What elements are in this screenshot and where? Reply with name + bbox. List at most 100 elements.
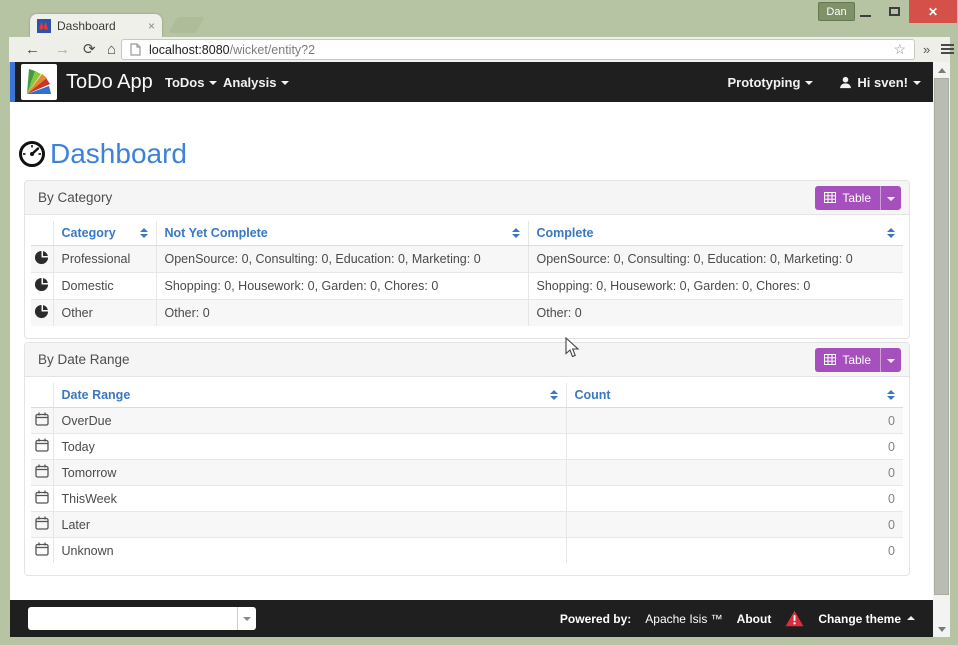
scroll-down-arrow[interactable]: [933, 621, 950, 637]
table-view-button[interactable]: Table: [815, 348, 901, 372]
brand-accent-strip: [10, 62, 15, 102]
isis-fan-icon: [24, 67, 54, 97]
panel-title: By Date Range: [38, 352, 130, 367]
header-date-range[interactable]: Date Range: [53, 383, 566, 408]
pie-chart-icon: [34, 277, 49, 292]
scroll-up-arrow[interactable]: [933, 62, 950, 78]
app-navbar: ToDo App ToDos Analysis Prototyping: [10, 62, 933, 102]
caret-down-icon: [913, 81, 921, 85]
about-link[interactable]: About: [737, 612, 772, 626]
scrollbar-thumb[interactable]: [934, 78, 949, 595]
header-complete[interactable]: Complete: [528, 221, 903, 246]
table-grid-icon: [824, 192, 836, 203]
panel-title: By Category: [38, 190, 112, 205]
change-theme-button[interactable]: Change theme: [818, 612, 915, 626]
brand-title[interactable]: ToDo App: [66, 62, 153, 102]
caret-down-icon: [209, 81, 217, 85]
table-row[interactable]: Today 0: [31, 434, 903, 460]
by-date-range-header: By Date Range Table: [25, 343, 909, 377]
pie-chart-icon: [34, 250, 49, 265]
caret-down-icon: [281, 81, 289, 85]
by-category-panel: By Category Table: [24, 180, 910, 339]
table-row[interactable]: Unknown 0: [31, 538, 903, 564]
bookmark-star-icon[interactable]: ☆: [893, 41, 906, 58]
theme-select[interactable]: [28, 607, 256, 630]
minimize-icon: [860, 15, 871, 17]
warning-triangle-icon: [785, 610, 804, 627]
table-row[interactable]: Domestic Shopping: 0, Housework: 0, Gard…: [31, 273, 903, 300]
maximize-button[interactable]: [880, 0, 909, 23]
browser-window: Dashboard × Dan ✕ ← → ⟳ ⌂ localhost:8080…: [0, 0, 958, 645]
by-date-range-body: Date Range Count OverDue: [25, 377, 909, 575]
maximize-icon: [889, 7, 900, 16]
app-logo[interactable]: [21, 64, 57, 100]
category-table: Category Not Yet Complete Complete: [31, 221, 903, 326]
tab-title: Dashboard: [57, 19, 148, 33]
by-date-range-panel: By Date Range Table: [24, 342, 910, 576]
table-row[interactable]: OverDue 0: [31, 408, 903, 434]
sort-icon: [140, 228, 148, 238]
page-title: Dashboard: [18, 138, 187, 170]
minimize-button[interactable]: [851, 0, 880, 23]
chrome-menu-icon[interactable]: [941, 44, 954, 56]
caret-down-icon: [887, 359, 895, 363]
caret-down-icon: [243, 617, 251, 621]
table-row[interactable]: Other Other: 0 Other: 0: [31, 300, 903, 327]
table-row[interactable]: Later 0: [31, 512, 903, 538]
table-view-dropdown[interactable]: [880, 186, 901, 210]
sort-icon: [887, 228, 895, 238]
forward-icon[interactable]: →: [55, 38, 70, 61]
url-bar[interactable]: localhost:8080 /wicket/entity?2 ☆: [121, 39, 915, 60]
calendar-icon: [35, 516, 49, 530]
table-row[interactable]: Tomorrow 0: [31, 460, 903, 486]
browser-tab[interactable]: Dashboard ×: [30, 14, 162, 37]
calendar-icon: [35, 464, 49, 478]
header-icon-col: [31, 383, 53, 408]
apache-isis-link[interactable]: Apache Isis ™: [645, 612, 722, 626]
header-count[interactable]: Count: [566, 383, 903, 408]
reload-icon[interactable]: ⟳: [83, 38, 96, 61]
by-category-header: By Category Table: [25, 181, 909, 215]
url-host: localhost:8080: [149, 43, 230, 57]
overflow-bookmarks-icon[interactable]: »: [923, 39, 930, 60]
header-icon-col: [31, 221, 53, 246]
table-row[interactable]: Professional OpenSource: 0, Consulting: …: [31, 246, 903, 273]
pie-chart-icon: [34, 304, 49, 319]
dashboard-clock-icon: [18, 140, 46, 168]
caret-down-icon: [887, 197, 895, 201]
table-view-dropdown[interactable]: [880, 348, 901, 372]
page-viewport: ToDo App ToDos Analysis Prototyping: [10, 62, 933, 637]
sort-icon: [550, 390, 558, 400]
calendar-icon: [35, 438, 49, 452]
powered-by-label: Powered by:: [560, 612, 631, 626]
mouse-cursor: [565, 337, 580, 358]
url-path: /wicket/entity?2: [230, 43, 315, 57]
sort-icon: [512, 228, 520, 238]
new-tab-button[interactable]: [169, 17, 205, 33]
browser-toolbar: ← → ⟳ ⌂ localhost:8080 /wicket/entity?2 …: [9, 37, 950, 62]
table-grid-icon: [824, 354, 836, 365]
menu-analysis[interactable]: Analysis: [223, 62, 289, 102]
back-icon[interactable]: ←: [25, 38, 40, 61]
menu-todos[interactable]: ToDos: [165, 62, 217, 102]
user-icon: [839, 76, 852, 89]
close-button[interactable]: ✕: [909, 0, 957, 23]
by-category-body: Category Not Yet Complete Complete: [25, 215, 909, 338]
date-range-table: Date Range Count OverDue: [31, 383, 903, 563]
menu-user[interactable]: Hi sven!: [839, 62, 921, 102]
profile-button[interactable]: Dan: [818, 2, 855, 21]
tab-close-icon[interactable]: ×: [148, 20, 155, 32]
menu-prototyping[interactable]: Prototyping: [727, 62, 813, 102]
sort-icon: [887, 390, 895, 400]
header-not-yet-complete[interactable]: Not Yet Complete: [156, 221, 528, 246]
table-view-button[interactable]: Table: [815, 186, 901, 210]
app-footer: Powered by: Apache Isis ™ About Change t…: [10, 600, 933, 637]
table-row[interactable]: ThisWeek 0: [31, 486, 903, 512]
select-dropdown[interactable]: [237, 607, 256, 630]
home-icon[interactable]: ⌂: [107, 38, 116, 61]
calendar-icon: [35, 490, 49, 504]
calendar-icon: [35, 542, 49, 556]
caret-up-icon: [907, 616, 915, 620]
scrollbar[interactable]: [933, 62, 950, 637]
header-category[interactable]: Category: [53, 221, 156, 246]
